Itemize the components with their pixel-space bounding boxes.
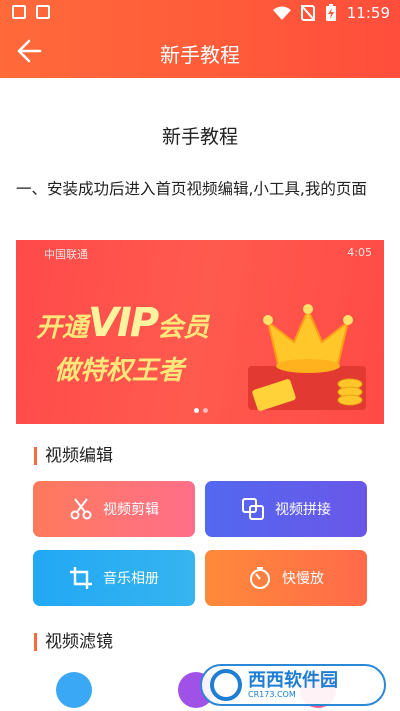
status-time: 11:59 — [346, 4, 390, 22]
scissors-icon — [69, 497, 93, 521]
banner-line2: 做特权王者 — [54, 356, 185, 386]
carousel-dots — [194, 408, 208, 413]
music-album-label: 音乐相册 — [103, 571, 159, 587]
merge-icon — [241, 497, 265, 521]
wifi-icon — [272, 6, 291, 20]
video-merge-button[interactable]: 视频拼接 — [205, 481, 367, 537]
page-heading: 新手教程 — [161, 126, 238, 148]
banner-member-text: 会员 — [157, 313, 210, 343]
app-title: 新手教程 — [160, 43, 240, 67]
battery-charging-icon — [325, 4, 336, 21]
top-bar: 11:59 新手教程 — [0, 0, 400, 78]
watermark-url: CR173.COM — [248, 689, 296, 699]
tutorial-screenshot: 中国联通 4:05 开通VIP会员 做特权王者 — [16, 240, 384, 424]
watermark-logo-icon — [210, 669, 242, 701]
watermark-text: 西西软件园 — [248, 669, 338, 691]
status-bar: 11:59 — [0, 0, 400, 28]
watermark: 西西软件园 CR173.COM — [200, 664, 386, 706]
banner-line1: 开通VIP会员 — [36, 300, 209, 346]
step-text: 一、安装成功后进入首页视频编辑,小工具,我的页面 — [16, 180, 367, 198]
timer-icon — [248, 566, 272, 590]
shot-time: 4:05 — [347, 246, 372, 259]
filter-icon[interactable] — [56, 672, 92, 708]
section-video-edit: 视频编辑 — [34, 447, 113, 465]
section-video-filter: 视频滤镜 — [34, 633, 113, 651]
video-cut-button[interactable]: 视频剪辑 — [33, 481, 195, 537]
crop-icon — [69, 566, 93, 590]
shot-carrier: 中国联通 — [44, 248, 88, 261]
app-bar: 新手教程 — [0, 28, 400, 78]
banner-open-text: 开通 — [36, 313, 89, 343]
video-cut-label: 视频剪辑 — [103, 502, 159, 518]
speed-label: 快慢放 — [282, 571, 324, 587]
banner-vip-text: VIP — [88, 300, 159, 346]
video-merge-label: 视频拼接 — [275, 502, 331, 518]
speed-button[interactable]: 快慢放 — [205, 550, 367, 606]
image-icon — [12, 5, 26, 19]
crown-icon — [248, 304, 366, 411]
music-album-button[interactable]: 音乐相册 — [33, 550, 195, 606]
no-sim-icon — [300, 5, 315, 21]
text-a-icon — [36, 5, 50, 19]
